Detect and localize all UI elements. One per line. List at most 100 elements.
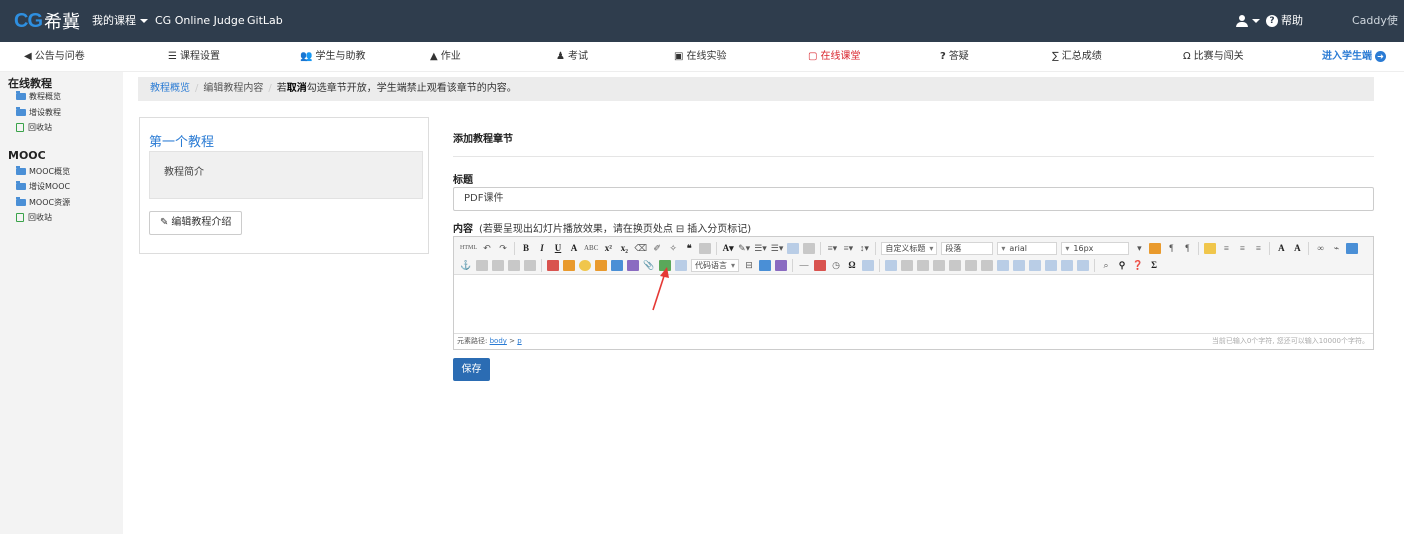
sidebar-item-add-tutorial[interactable]: 增设教程 [16, 107, 61, 118]
paragraph-mark-icon[interactable]: ¶ [1165, 242, 1177, 255]
font-size-select[interactable]: ▾ 16px [1061, 241, 1130, 255]
emotion-icon[interactable] [579, 259, 591, 271]
insert-col-icon[interactable] [965, 259, 978, 271]
nav-students[interactable]: 👥 学生与助教 [300, 42, 365, 72]
user-menu[interactable] [1236, 0, 1260, 42]
search-replace-icon[interactable]: ⚲ [1116, 259, 1128, 272]
redo-icon[interactable]: ↷ [497, 242, 509, 255]
nav-grades[interactable]: ∑ 汇总成绩 [1052, 42, 1102, 72]
insert-paragraph-before-table-icon[interactable] [917, 259, 930, 271]
horizontal-rule-icon[interactable]: — [798, 259, 810, 272]
highlight-icon[interactable]: ✎▾ [738, 242, 750, 255]
insert-row-icon[interactable] [933, 259, 946, 271]
scrawl-icon[interactable] [595, 259, 607, 271]
custom-style-select[interactable]: 自定义标题 ▾ [881, 241, 938, 255]
sidebar-item-mooc-overview[interactable]: MOOC概览 [16, 166, 70, 177]
ordered-list-icon[interactable]: ☰▾ [754, 242, 767, 255]
nav-course-settings[interactable]: ☰ 课程设置 [168, 42, 220, 72]
breadcrumb-link-overview[interactable]: 教程概览 [150, 83, 190, 94]
split-cells-icon[interactable] [1045, 259, 1058, 271]
template-icon[interactable] [759, 259, 772, 271]
blockquote-icon[interactable]: ❝ [683, 242, 695, 255]
edit-intro-button[interactable]: ✎ 编辑教程介绍 [149, 211, 243, 235]
unordered-list-icon[interactable]: ☰▾ [771, 242, 784, 255]
bold-icon[interactable]: B [520, 242, 532, 255]
delete-row-icon[interactable] [949, 259, 962, 271]
direction-rtl-icon[interactable]: ¶ [1181, 242, 1193, 255]
editor-content-area[interactable] [454, 276, 1373, 333]
image-none-icon[interactable] [476, 259, 488, 271]
sidebar-item-mooc-recycle[interactable]: 回收站 [16, 212, 52, 223]
logo[interactable]: CG 希冀 [14, 8, 80, 34]
save-button[interactable]: 保存 [453, 358, 490, 381]
cg-online-judge-link[interactable]: CG Online Judge [155, 0, 245, 42]
eraser-icon[interactable]: ⌫ [634, 242, 647, 255]
formula-icon[interactable]: Σ [1148, 259, 1160, 272]
path-p-link[interactable]: p [517, 337, 521, 345]
line-height-icon[interactable]: ↕▾ [858, 242, 870, 255]
special-chars-icon[interactable]: Ω [846, 259, 858, 272]
sidebar-item-mooc-resources[interactable]: MOOC资源 [16, 197, 70, 208]
nav-contest[interactable]: Ω 比赛与闯关 [1183, 42, 1244, 72]
simple-upload-icon[interactable] [547, 259, 559, 271]
source-icon[interactable]: HTML [460, 242, 477, 255]
nav-qa[interactable]: ? 答疑 [940, 42, 969, 72]
student-view-link[interactable]: 进入学生端 ➜ [1322, 42, 1386, 72]
align-right-icon[interactable]: ≡ [1236, 242, 1248, 255]
undo-icon[interactable]: ↶ [481, 242, 493, 255]
font-family-select[interactable]: ▾ arial [997, 241, 1058, 255]
merge-down-icon[interactable] [1029, 259, 1042, 271]
username[interactable]: Caddy使用 [1352, 0, 1404, 69]
clear-doc-icon[interactable] [803, 242, 816, 254]
page-break-icon[interactable]: ⊟ [743, 259, 755, 272]
nav-announcements[interactable]: ◀ 公告与问卷 [24, 42, 85, 72]
nav-exam[interactable]: ♟ 考试 [556, 42, 588, 72]
sidebar-item-tutorial-overview[interactable]: 教程概览 [16, 91, 61, 102]
row-spacing-top-icon[interactable]: ≡▾ [826, 242, 838, 255]
dropdown-icon[interactable]: ▾ [1133, 242, 1145, 255]
link-icon[interactable]: ∞ [1314, 242, 1326, 255]
subscript-icon[interactable]: x₂ [618, 242, 630, 255]
align-left-icon[interactable] [1204, 242, 1217, 254]
font-shrink-icon[interactable]: A [1291, 242, 1303, 255]
sidebar-item-add-mooc[interactable]: 增设MOOC [16, 181, 70, 192]
nav-online-classroom[interactable]: ▢ 在线课堂 [808, 42, 860, 72]
path-body-link[interactable]: body [490, 337, 507, 345]
title-input[interactable]: PDF课件 [453, 187, 1374, 211]
anchor-block-icon[interactable] [1346, 242, 1359, 254]
anchor-icon[interactable]: ⚓ [460, 259, 472, 272]
image-right-icon[interactable] [508, 259, 520, 271]
row-spacing-bottom-icon[interactable]: ≡▾ [842, 242, 854, 255]
auto-format-icon[interactable]: ✧ [667, 242, 679, 255]
date-icon[interactable] [814, 259, 827, 271]
unlink-icon[interactable]: ⌁ [1330, 242, 1342, 255]
font-border-icon[interactable]: A [568, 242, 580, 255]
italic-icon[interactable]: I [536, 242, 548, 255]
split-cols-icon[interactable] [1077, 259, 1090, 271]
nav-online-lab[interactable]: ▣ 在线实验 [674, 42, 726, 72]
insert-image-icon[interactable] [563, 259, 575, 271]
superscript-icon[interactable]: x² [602, 242, 614, 255]
nav-homework[interactable]: ▲ 作业 [430, 42, 461, 72]
paste-plain-icon[interactable] [699, 242, 712, 254]
delete-table-icon[interactable] [901, 259, 914, 271]
paragraph-select[interactable]: 段落 [941, 241, 994, 255]
sidebar-item-recycle[interactable]: 回收站 [16, 122, 52, 133]
insert-table-icon[interactable] [885, 259, 898, 271]
font-grow-icon[interactable]: A [1275, 242, 1287, 255]
underline-icon[interactable]: U [552, 242, 564, 255]
align-justify-icon[interactable]: ≡ [1252, 242, 1264, 255]
code-language-select[interactable]: 代码语言 ▾ [691, 258, 740, 272]
select-all-icon[interactable] [787, 242, 800, 254]
insert-video-icon[interactable] [611, 259, 623, 271]
image-left-icon[interactable] [492, 259, 504, 271]
gitlab-link[interactable]: GitLab [247, 0, 283, 42]
background-icon[interactable] [775, 259, 788, 271]
format-painter-icon[interactable]: ✐ [651, 242, 663, 255]
time-icon[interactable]: ◷ [830, 259, 842, 272]
font-color-icon[interactable]: A▾ [722, 242, 734, 255]
merge-cells-icon[interactable] [997, 259, 1010, 271]
print-preview-icon[interactable]: ⌕ [1100, 259, 1112, 272]
help-icon[interactable]: ❓ [1132, 259, 1144, 272]
split-rows-icon[interactable] [1061, 259, 1074, 271]
